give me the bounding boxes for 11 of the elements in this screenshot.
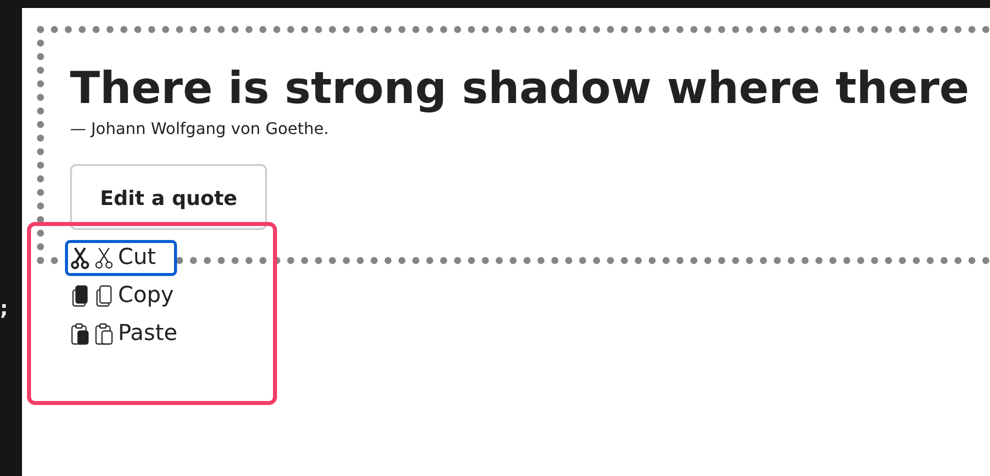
scissors-icon xyxy=(70,246,90,270)
edit-quote-button[interactable]: Edit a quote xyxy=(70,164,268,230)
quote-attribution: — Johann Wolfgang von Goethe. xyxy=(70,119,330,138)
quote-heading: There is strong shadow where there xyxy=(70,62,970,116)
scissors-icon xyxy=(94,246,114,270)
code-fragment: ; xyxy=(0,296,8,320)
copy-icon xyxy=(70,284,90,308)
clipboard-icon xyxy=(94,322,114,346)
menu-item[interactable]: Cut xyxy=(65,240,177,276)
clipboard-icon xyxy=(70,322,90,346)
copy-icon xyxy=(94,284,114,308)
